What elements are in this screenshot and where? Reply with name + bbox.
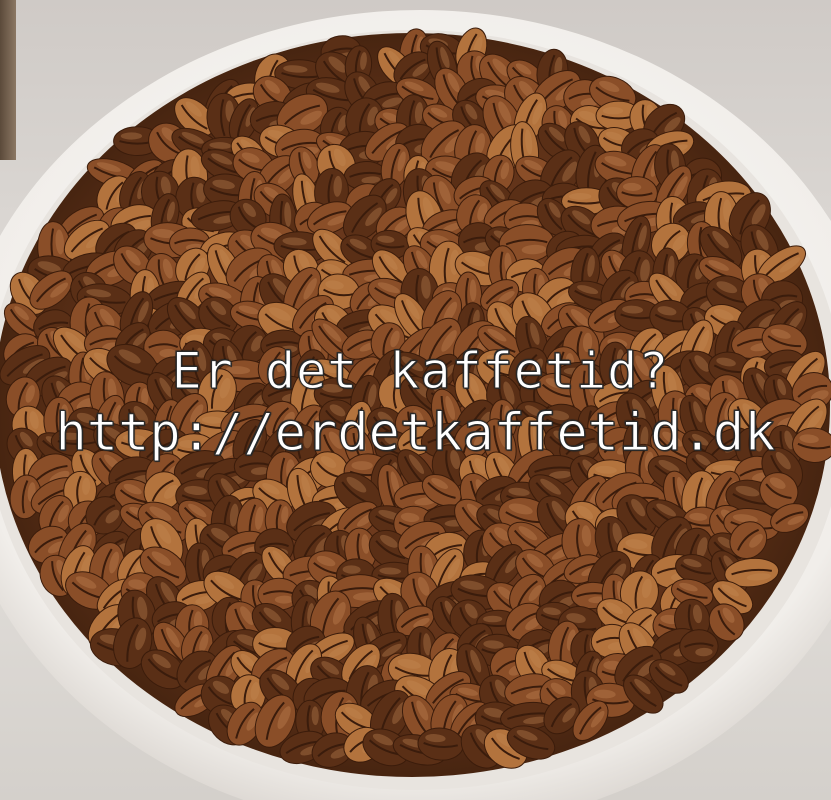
photo-scene: Er det kaffetid? http://erdetkaffetid.dk [0, 0, 831, 800]
coffee-bowl-photo [0, 10, 831, 800]
